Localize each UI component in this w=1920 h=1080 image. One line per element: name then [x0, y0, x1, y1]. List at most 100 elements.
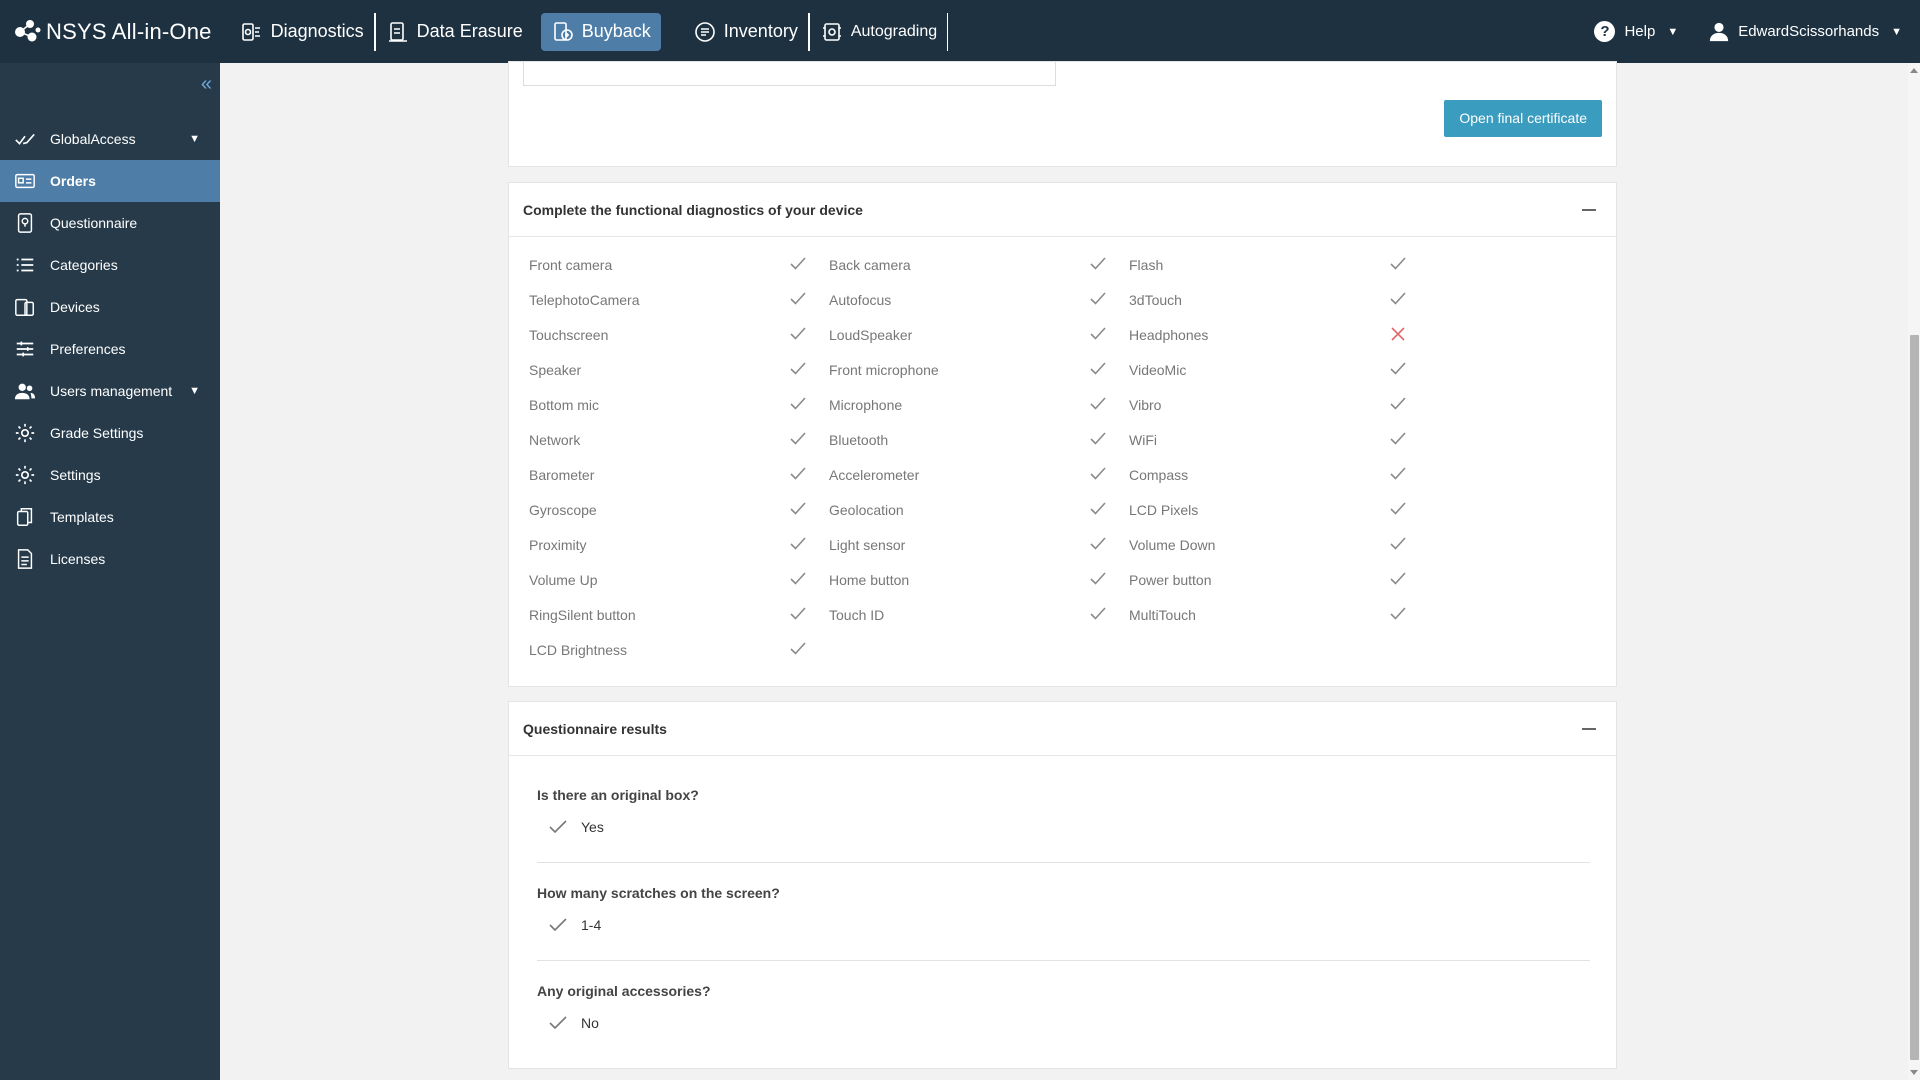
sidebar-item-preferences[interactable]: Preferences [0, 328, 220, 370]
check-icon [1390, 362, 1406, 375]
questionnaire-title: Questionnaire results [523, 720, 667, 737]
user-menu[interactable]: EdwardScissorhands ▼ [1708, 21, 1902, 43]
check-icon [790, 467, 806, 480]
help-menu[interactable]: ? Help ▼ [1594, 21, 1678, 42]
sidebar-item-grade-settings[interactable]: Grade Settings [0, 412, 220, 454]
diagnostic-test-label: Vibro [1129, 397, 1162, 413]
check-icon [1390, 397, 1406, 410]
diagnostic-test-item: Microphone [829, 395, 1119, 415]
answer-text: 1-4 [581, 917, 602, 933]
nav-autograding[interactable]: Autograding [808, 12, 949, 51]
question-item: How many scratches on the screen? 1-4 [537, 885, 1590, 933]
nav-inventory[interactable]: Inventory [683, 12, 809, 51]
collapse-minus-icon[interactable] [1582, 728, 1596, 730]
diagnostic-test-label: MultiTouch [1129, 607, 1196, 623]
diagnostics-panel-header[interactable]: Complete the functional diagnostics of y… [509, 183, 1616, 237]
sidebar-item-templates[interactable]: Templates [0, 496, 220, 538]
nav-diagnostics[interactable]: Diagnostics [230, 12, 375, 51]
check-icon [790, 292, 806, 305]
sidebar-item-questionnaire[interactable]: Questionnaire [0, 202, 220, 244]
diagnostic-test-item: Touch ID [829, 605, 1119, 625]
nav-autograding-label: Autograding [850, 22, 938, 40]
diagnostic-test-item: Flash [1129, 255, 1419, 275]
diagnostic-test-item: Proximity [529, 535, 819, 555]
sidebar-item-globalaccess[interactable]: GlobalAccess ▼ [0, 118, 220, 160]
check-icon [790, 362, 806, 375]
sidebar-item-label: Orders [50, 173, 96, 189]
question-item: Any original accessories? No [537, 983, 1590, 1031]
sidebar-item-categories[interactable]: Categories [0, 244, 220, 286]
help-icon: ? [1594, 21, 1616, 42]
inventory-icon [694, 21, 715, 42]
question-answer: Yes [549, 819, 1590, 835]
diagnostic-test-item: Speaker [529, 360, 819, 380]
check-icon [1390, 502, 1406, 515]
question-item: Is there an original box? Yes [537, 787, 1590, 835]
nav-buyback-label: Buyback [581, 21, 651, 41]
diagnostic-test-item: Geolocation [829, 500, 1119, 520]
diagnostic-test-item: Network [529, 430, 819, 450]
scroll-down-arrow-icon[interactable] [1910, 1070, 1918, 1075]
diagnostic-test-label: LCD Brightness [529, 642, 628, 658]
caret-down-icon: ▼ [189, 133, 200, 145]
diagnostic-test-label: Barometer [529, 467, 595, 483]
nav-data-erasure-label: Data Erasure [416, 21, 523, 41]
check-icon [549, 820, 567, 834]
diagnostic-test-label: Speaker [529, 362, 582, 378]
check-icon [790, 397, 806, 410]
nsys-logo-icon [15, 19, 41, 41]
check-icon [1090, 257, 1106, 270]
fail-x-icon [1391, 327, 1405, 341]
sidebar-item-label: Categories [50, 257, 118, 273]
brand[interactable]: NSYS All-in-One [12, 17, 212, 47]
scroll-thumb[interactable] [1910, 335, 1919, 1060]
check-icon [1090, 467, 1106, 480]
orders-icon [14, 170, 36, 192]
questionnaire-panel-header[interactable]: Questionnaire results [509, 702, 1616, 756]
check-icon [1090, 292, 1106, 305]
users-icon [14, 380, 36, 402]
sidebar-item-orders[interactable]: Orders [0, 160, 220, 202]
nav-data-erasure[interactable]: Data Erasure [374, 12, 533, 51]
page-scrollbar[interactable] [1908, 63, 1920, 1080]
questionnaire-icon [14, 212, 36, 234]
check-icon [1390, 432, 1406, 445]
nav-diagnostics-label: Diagnostics [270, 21, 364, 41]
diagnostic-test-label: Network [529, 432, 581, 448]
check-icon [790, 327, 806, 340]
diagnostic-test-label: Accelerometer [829, 467, 920, 483]
scroll-up-arrow-icon[interactable] [1910, 68, 1918, 73]
sidebar-item-settings[interactable]: Settings [0, 454, 220, 496]
certificate-field[interactable] [523, 62, 1056, 86]
diagnostic-test-label: LoudSpeaker [829, 327, 913, 343]
top-right-controls: ? Help ▼ EdwardScissorhands ▼ [1594, 21, 1902, 43]
question-text: How many scratches on the screen? [537, 885, 780, 901]
collapse-sidebar-icon[interactable]: « [201, 73, 212, 96]
diagnostic-test-label: Front camera [529, 257, 613, 273]
sliders-icon [14, 338, 36, 360]
diagnostic-test-label: Power button [1129, 572, 1212, 588]
sidebar-item-licenses[interactable]: Licenses [0, 538, 220, 580]
open-final-certificate-button[interactable]: Open final certificate [1444, 100, 1602, 137]
sidebar-item-label: Preferences [50, 341, 126, 357]
gear-icon [14, 422, 36, 444]
answer-text: No [581, 1015, 599, 1031]
diagnostic-test-item: TelephotoCamera [529, 290, 819, 310]
diagnostic-test-item: Volume Down [1129, 535, 1419, 555]
diagnostic-test-item: Compass [1129, 465, 1419, 485]
diagnostics-row: Proximity Light sensor Volume Down [509, 535, 1618, 570]
diagnostics-row: LCD Brightness [509, 640, 1618, 675]
diagnostic-test-item: Front microphone [829, 360, 1119, 380]
diagnostic-test-item: Light sensor [829, 535, 1119, 555]
sidebar-item-label: GlobalAccess [50, 131, 136, 147]
diagnostics-row: Front camera Back camera Flash [509, 255, 1618, 290]
diagnostic-test-label: Bluetooth [829, 432, 889, 448]
sidebar-item-users-management[interactable]: Users management ▼ [0, 370, 220, 412]
diagnostics-row: Volume Up Home button Power button [509, 570, 1618, 605]
nav-buyback[interactable]: Buyback [540, 12, 661, 51]
question-text: Is there an original box? [537, 787, 699, 803]
sidebar-item-devices[interactable]: Devices [0, 286, 220, 328]
check-icon [1090, 397, 1106, 410]
sidebar: « GlobalAccess ▼ Orders Questionnaire Ca [0, 63, 220, 1080]
collapse-minus-icon[interactable] [1582, 209, 1596, 211]
